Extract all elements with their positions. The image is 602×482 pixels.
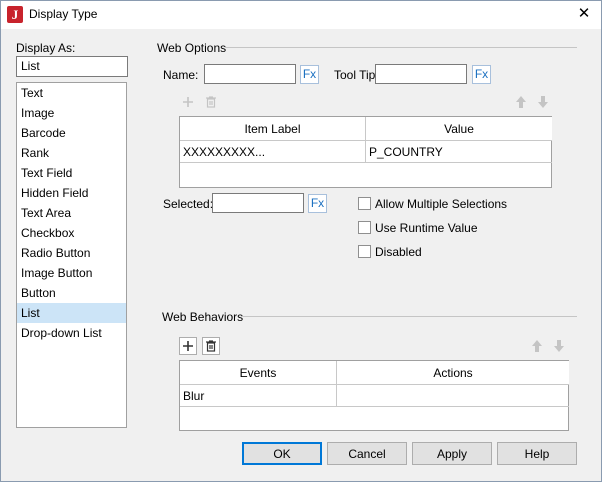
list-item[interactable]: Button [17,283,126,303]
move-down-item-button[interactable] [534,93,552,111]
display-as-label: Display As: [16,41,76,55]
arrow-down-icon [538,96,548,108]
list-item[interactable]: Rank [17,143,126,163]
selected-fx-button[interactable]: Fx [308,194,327,213]
delete-event-button[interactable] [202,337,220,355]
list-item[interactable]: Checkbox [17,223,126,243]
list-item[interactable]: Image [17,103,126,123]
table-cell-value[interactable]: P_COUNTRY [366,141,552,163]
table-cell-item-label[interactable]: XXXXXXXXX... [180,141,366,163]
move-down-event-button[interactable] [550,337,568,355]
list-item[interactable]: Drop-down List [17,323,126,343]
column-header-actions[interactable]: Actions [337,361,569,385]
list-item[interactable]: Text [17,83,126,103]
web-behaviors-divider [241,316,577,317]
list-items-table: Item Label Value XXXXXXXXX... P_COUNTRY [179,116,552,188]
list-item[interactable]: List [17,303,126,323]
move-up-item-button[interactable] [512,93,530,111]
allow-multiple-selections-label: Allow Multiple Selections [375,197,508,211]
add-event-button[interactable] [179,337,197,355]
arrow-down-icon [554,340,564,352]
list-item[interactable]: Text Field [17,163,126,183]
help-button[interactable]: Help [497,442,577,465]
name-fx-button[interactable]: Fx [300,65,319,84]
plus-icon [183,97,193,107]
close-icon[interactable]: ✕ [571,3,597,25]
web-options-title: Web Options [157,41,227,55]
use-runtime-value-checkbox[interactable] [358,221,371,234]
dialog-window: J Display Type ✕ Display As: List Text Im… [0,0,602,482]
name-label: Name: [163,68,199,82]
delete-item-button[interactable] [202,93,220,111]
arrow-up-icon [532,340,542,352]
display-as-field[interactable]: List [16,56,128,77]
list-item[interactable]: Image Button [17,263,126,283]
apply-button[interactable]: Apply [412,442,492,465]
web-behaviors-table: Events Actions Blur [179,360,569,431]
window-title: Display Type [29,7,98,21]
list-item[interactable]: Barcode [17,123,126,143]
web-behaviors-title: Web Behaviors [162,310,244,324]
selected-input[interactable] [212,193,304,213]
trash-icon [206,340,216,352]
column-header-value[interactable]: Value [366,117,552,141]
column-header-events[interactable]: Events [180,361,337,385]
tooltip-fx-button[interactable]: Fx [472,65,491,84]
cancel-button[interactable]: Cancel [327,442,407,465]
app-logo-icon: J [7,6,23,23]
column-header-item-label[interactable]: Item Label [180,117,366,141]
ok-button[interactable]: OK [242,442,322,465]
disabled-label: Disabled [375,245,422,259]
arrow-up-icon [516,96,526,108]
add-item-button[interactable] [179,93,197,111]
use-runtime-value-label: Use Runtime Value [375,221,478,235]
web-options-divider [225,47,577,48]
allow-multiple-selections-checkbox[interactable] [358,197,371,210]
tooltip-input[interactable] [375,64,467,84]
display-type-list: Text Image Barcode Rank Text Field Hidden Fie… [16,82,127,428]
plus-icon [183,341,193,351]
title-bar: J Display Type ✕ [1,1,601,29]
trash-icon [206,96,216,108]
table-cell-action[interactable] [337,385,569,407]
list-item[interactable]: Text Area [17,203,126,223]
move-up-event-button[interactable] [528,337,546,355]
tooltip-label: Tool Tip: [334,68,379,82]
selected-label: Selected: [163,197,214,211]
name-input[interactable] [204,64,296,84]
disabled-checkbox[interactable] [358,245,371,258]
list-item[interactable]: Radio Button [17,243,126,263]
list-item[interactable]: Hidden Field [17,183,126,203]
table-cell-event[interactable]: Blur [180,385,337,407]
